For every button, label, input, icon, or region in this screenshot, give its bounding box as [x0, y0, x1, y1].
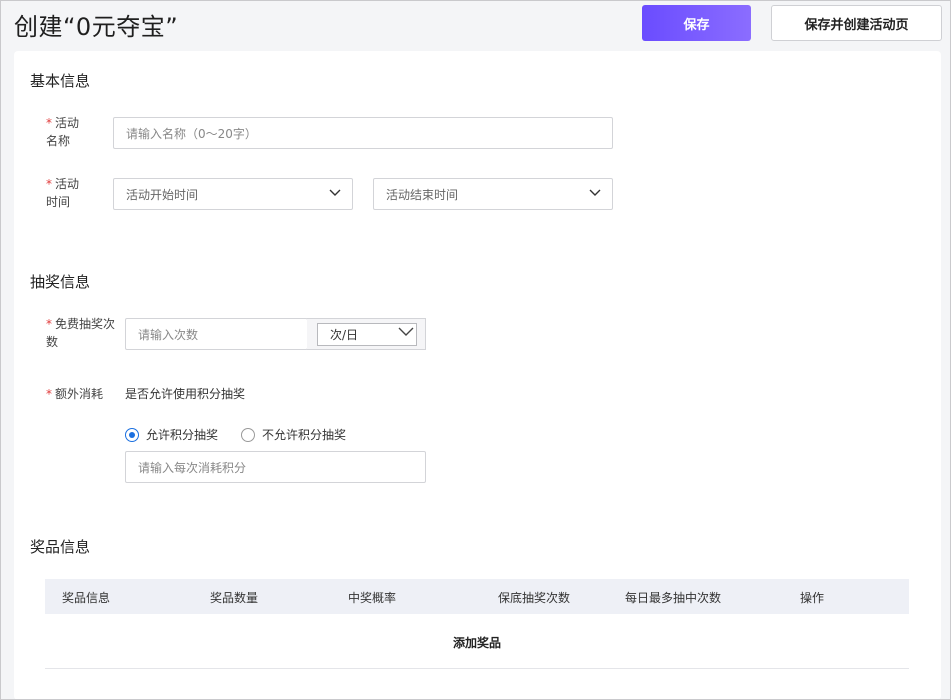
radio-allow-points[interactable]: 允许积分抽奖 — [125, 426, 218, 443]
activity-name-label: * 活动 名称 — [46, 116, 80, 148]
end-time-select[interactable]: 活动结束时间 — [373, 178, 613, 210]
radio-disallow-label: 不允许积分抽奖 — [262, 428, 347, 442]
unit-select[interactable]: 次/日 — [317, 323, 417, 346]
column-header: 奖品数量 — [210, 591, 259, 605]
radio-checked-icon[interactable] — [125, 427, 139, 442]
required-mark: * — [46, 387, 52, 401]
activity-name-input[interactable]: 请输入名称（0～20字） — [113, 117, 613, 149]
required-mark: * — [46, 317, 52, 331]
start-time-placeholder: 活动开始时间 — [126, 187, 199, 202]
section-title-basic: 基本信息 — [30, 72, 91, 90]
save-button[interactable]: 保存 — [642, 5, 751, 41]
extra-cost-label: * 额外消耗 — [46, 387, 104, 401]
radio-unchecked-icon[interactable] — [241, 427, 255, 442]
column-header: 中奖概率 — [348, 591, 397, 605]
radio-allow-label: 允许积分抽奖 — [146, 428, 219, 442]
section-title-lottery: 抽奖信息 — [30, 273, 91, 291]
unit-value: 次/日 — [330, 328, 359, 342]
chevron-down-icon — [588, 188, 602, 198]
required-mark: * — [46, 116, 52, 130]
required-mark: * — [46, 177, 52, 191]
page-title: 创建“0元夺宝” — [14, 13, 179, 41]
table-row: 添加奖品 — [45, 614, 909, 669]
unit-addon: 次/日 — [307, 318, 426, 350]
radio-disallow-points[interactable]: 不允许积分抽奖 — [241, 426, 346, 443]
chevron-down-icon — [398, 326, 414, 341]
end-time-placeholder: 活动结束时间 — [386, 187, 459, 202]
column-header: 操作 — [800, 591, 825, 605]
add-prize-button[interactable]: 添加奖品 — [45, 634, 909, 651]
section-title-prize: 奖品信息 — [30, 538, 91, 556]
start-time-select[interactable]: 活动开始时间 — [113, 178, 353, 210]
chevron-down-icon — [328, 188, 342, 198]
free-draws-input[interactable]: 请输入次数 — [125, 318, 308, 350]
points-per-draw-input[interactable]: 请输入每次消耗积分 — [125, 451, 426, 483]
column-header: 保底抽奖次数 — [498, 591, 571, 605]
activity-time-label: * 活动 时间 — [46, 177, 80, 209]
free-draws-label: * 免费抽奖次 数 — [46, 317, 116, 349]
prize-table-header: 奖品信息 奖品数量 中奖概率 保底抽奖次数 每日最多抽中次数 操作 — [45, 579, 909, 614]
column-header: 每日最多抽中次数 — [625, 591, 722, 605]
save-and-create-page-button[interactable]: 保存并创建活动页 — [771, 5, 942, 41]
column-header: 奖品信息 — [62, 591, 111, 605]
extra-cost-question: 是否允许使用积分抽奖 — [125, 387, 246, 401]
